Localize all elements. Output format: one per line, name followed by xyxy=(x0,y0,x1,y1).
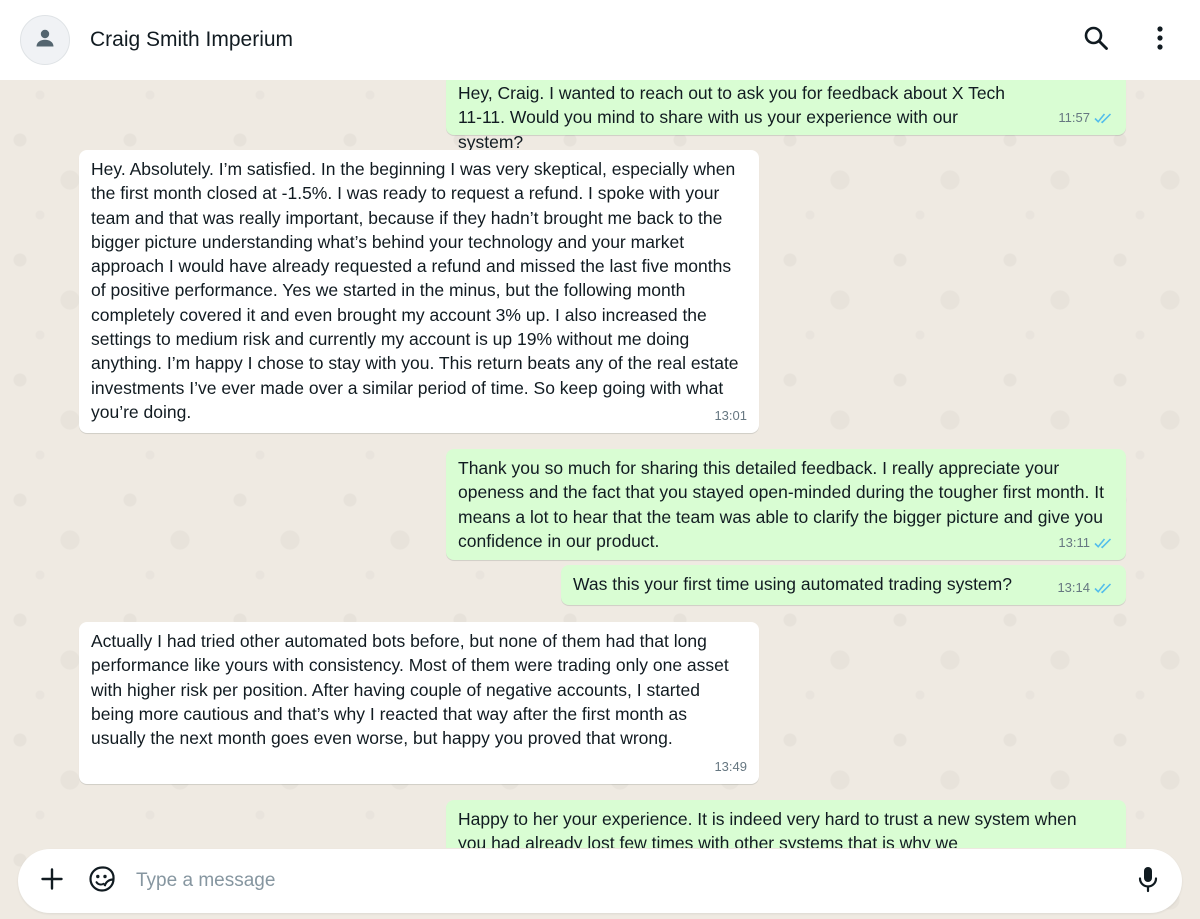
message-time: 13:49 xyxy=(714,758,747,774)
search-icon xyxy=(1082,24,1110,57)
sticker-button[interactable] xyxy=(86,861,118,901)
double-check-icon xyxy=(1094,537,1114,549)
plus-icon xyxy=(40,867,64,896)
message-text: Thank you so much for sharing this detai… xyxy=(458,458,1104,551)
message-time: 13:01 xyxy=(714,407,747,423)
message-list[interactable]: Hey, Craig. I wanted to reach out to ask… xyxy=(0,80,1200,848)
chat-header: Craig Smith Imperium xyxy=(0,0,1200,80)
message-text: Happy to her your experience. It is inde… xyxy=(458,809,1077,848)
message-time: 13:14 xyxy=(1057,579,1090,595)
message-time: 11:57 xyxy=(1058,109,1090,125)
message-meta: 11:57 xyxy=(1058,106,1114,130)
outgoing-message[interactable]: Was this your first time using automated… xyxy=(561,565,1126,605)
attach-button[interactable] xyxy=(36,861,68,901)
contact-avatar[interactable] xyxy=(20,15,70,65)
more-vertical-icon xyxy=(1156,25,1164,56)
outgoing-message[interactable]: Hey, Craig. I wanted to reach out to ask… xyxy=(446,80,1126,152)
voice-message-button[interactable] xyxy=(1132,861,1164,901)
message-time: 13:11 xyxy=(1058,534,1090,550)
message-meta: 13:14 xyxy=(1057,576,1114,600)
double-check-icon xyxy=(1094,582,1114,594)
person-icon xyxy=(33,26,57,55)
outgoing-message[interactable]: Thank you so much for sharing this detai… xyxy=(446,449,1126,560)
message-composer xyxy=(18,849,1182,913)
double-check-icon xyxy=(1094,112,1114,124)
message-text: Hey, Craig. I wanted to reach out to ask… xyxy=(458,83,1006,152)
contact-name[interactable]: Craig Smith Imperium xyxy=(90,28,293,52)
message-text: Hey. Absolutely. I’m satisfied. In the b… xyxy=(91,159,739,422)
microphone-icon xyxy=(1137,865,1159,898)
menu-button[interactable] xyxy=(1140,20,1180,60)
message-meta: 13:11 xyxy=(1058,531,1114,555)
incoming-message[interactable]: Hey. Absolutely. I’m satisfied. In the b… xyxy=(79,150,759,433)
incoming-message[interactable]: Actually I had tried other automated bot… xyxy=(79,622,759,784)
message-meta: 13:01 xyxy=(714,404,747,428)
message-input[interactable] xyxy=(136,870,1132,892)
message-meta: 13:49 xyxy=(714,755,747,779)
outgoing-message[interactable]: Happy to her your experience. It is inde… xyxy=(446,800,1126,848)
message-text: Was this your first time using automated… xyxy=(573,574,1012,594)
search-button[interactable] xyxy=(1076,20,1116,60)
message-text: Actually I had tried other automated bot… xyxy=(91,631,729,749)
sticker-icon xyxy=(88,865,116,898)
